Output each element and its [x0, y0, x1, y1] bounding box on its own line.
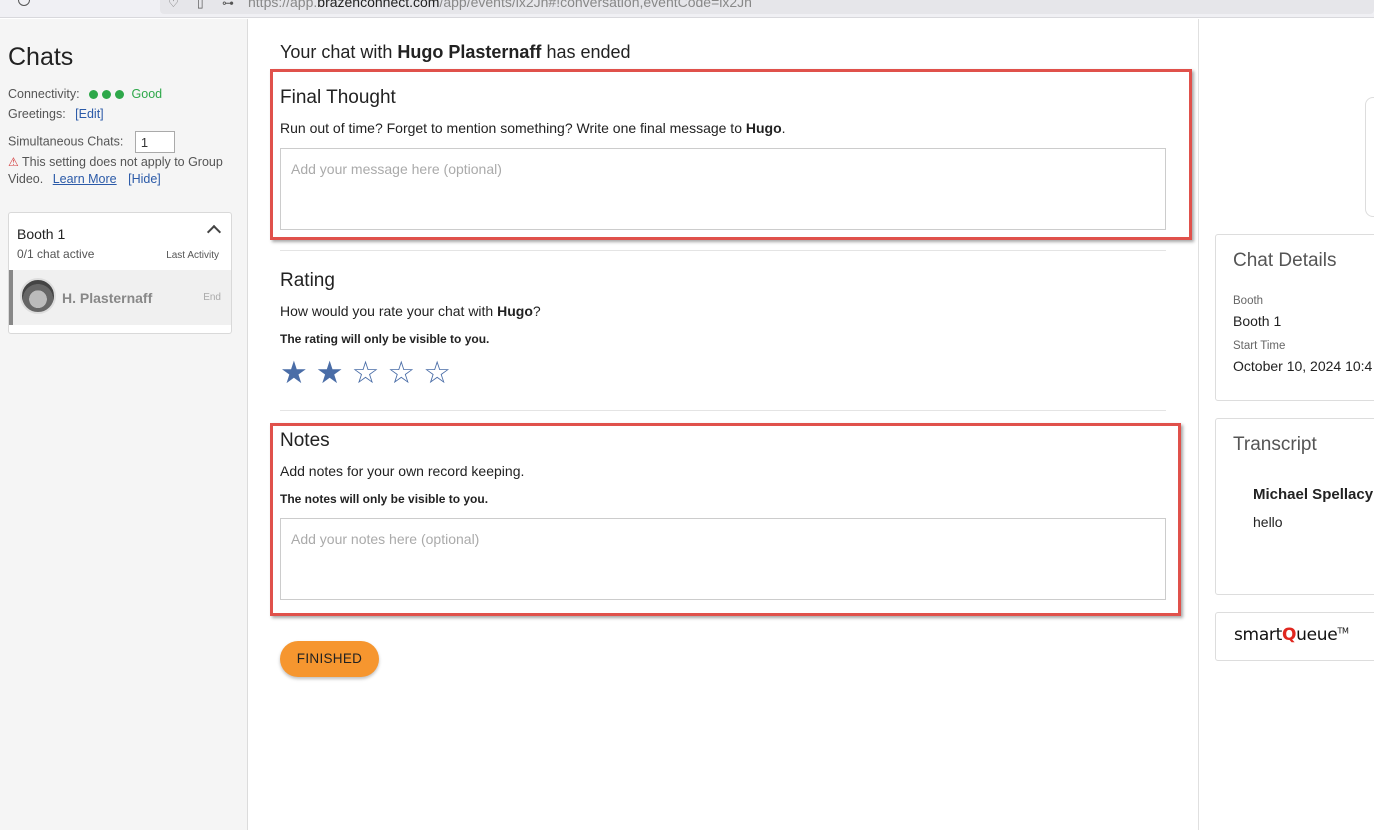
divider: [280, 250, 1166, 251]
notes-textarea[interactable]: Add your notes here (optional): [280, 518, 1166, 600]
booth-title: Booth 1: [17, 226, 66, 242]
greetings-edit-link[interactable]: [Edit]: [75, 107, 104, 121]
smartqueue-logo: smartQueueTM: [1234, 625, 1349, 645]
star-empty-icon[interactable]: ☆: [423, 357, 451, 388]
page-icon[interactable]: ▯: [197, 0, 204, 10]
transcript-message: hello: [1253, 514, 1283, 530]
final-message-textarea[interactable]: Add your message here (optional): [280, 148, 1166, 230]
star-empty-icon[interactable]: ☆: [387, 357, 415, 388]
start-time-label: Start Time: [1233, 340, 1286, 352]
booth-value: Booth 1: [1233, 313, 1282, 329]
avatar: [20, 278, 56, 314]
simultaneous-chats-input[interactable]: 1: [134, 131, 175, 153]
chevron-up-icon[interactable]: [206, 224, 222, 240]
simultaneous-label: Simultaneous Chats:: [8, 134, 124, 149]
greetings-label: Greetings:: [8, 107, 66, 121]
rating-note: The rating will only be visible to you.: [280, 332, 490, 346]
chat-ended-panel: Your chat with Hugo Plasternaff has ende…: [250, 19, 1198, 830]
chat-details-title: Chat Details: [1233, 250, 1337, 271]
chats-sidebar: Chats Connectivity: Good Greetings: [Edi…: [0, 19, 248, 830]
simultaneous-row: Simultaneous Chats: 1: [8, 131, 175, 153]
right-panel: Chat Details Booth Booth 1 Start Time Oc…: [1198, 19, 1374, 830]
connectivity-status: Good: [131, 87, 163, 101]
status-dot-icon: [89, 90, 99, 99]
warning-text-1: This setting does not apply to Group: [22, 155, 223, 169]
chat-ended-heading: Your chat with Hugo Plasternaff has ende…: [280, 42, 631, 62]
chat-details-card: Chat Details Booth Booth 1 Start Time Oc…: [1215, 234, 1374, 401]
star-rating: ★ ★ ☆ ☆ ☆: [280, 357, 451, 388]
chat-participant-name: H. Plasternaff: [62, 290, 153, 306]
warning-line-2: Video. Learn More [Hide]: [8, 172, 161, 186]
warning-icon: ⚠: [8, 155, 19, 169]
divider: [280, 410, 1166, 411]
star-empty-icon[interactable]: ☆: [352, 357, 380, 388]
reload-icon[interactable]: [18, 0, 30, 6]
booth-label: Booth: [1233, 295, 1264, 307]
connectivity-indicator: [89, 87, 128, 101]
status-dot-icon: [102, 90, 112, 99]
notes-description: Add notes for your own record keeping.: [280, 463, 525, 479]
warning-line-1: ⚠ This setting does not apply to Group: [8, 155, 223, 169]
final-thought-title: Final Thought: [280, 87, 396, 108]
warning-text-2: Video.: [8, 172, 44, 186]
shield-icon[interactable]: ♡: [168, 0, 179, 10]
notes-title: Notes: [280, 430, 330, 451]
permissions-icon[interactable]: ⊶: [222, 0, 234, 10]
transcript-card: Transcript Michael Spellacy hello: [1215, 418, 1374, 595]
last-activity-label: Last Activity: [166, 250, 219, 261]
rating-title: Rating: [280, 270, 335, 291]
connectivity-row: Connectivity: Good: [8, 87, 162, 101]
connectivity-label: Connectivity:: [8, 87, 80, 101]
video-panel-edge: [1365, 97, 1374, 217]
transcript-title: Transcript: [1233, 434, 1317, 455]
sidebar-title: Chats: [8, 43, 74, 71]
transcript-sender: Michael Spellacy: [1253, 486, 1374, 503]
chats-active-count: 0/1 chat active: [17, 247, 95, 261]
url-text[interactable]: https://app.brazenconnect.com/app/events…: [248, 0, 752, 10]
hide-link[interactable]: [Hide]: [128, 172, 161, 186]
finished-button[interactable]: FINISHED: [280, 641, 379, 677]
end-chat-button[interactable]: End: [203, 292, 221, 303]
browser-url-bar: ♡ ▯ ⊶ https://app.brazenconnect.com/app/…: [0, 0, 1374, 18]
chat-list-item[interactable]: H. Plasternaff End: [9, 270, 231, 325]
smartqueue-card: smartQueueTM: [1215, 612, 1374, 661]
star-filled-icon[interactable]: ★: [280, 357, 308, 388]
start-time-value: October 10, 2024 10:4: [1233, 358, 1373, 374]
rating-description: How would you rate your chat with Hugo?: [280, 303, 541, 319]
star-filled-icon[interactable]: ★: [316, 357, 344, 388]
learn-more-link[interactable]: Learn More: [53, 172, 117, 186]
notes-note: The notes will only be visible to you.: [280, 492, 489, 506]
final-thought-description: Run out of time? Forget to mention somet…: [280, 120, 786, 136]
status-dot-icon: [115, 90, 125, 99]
greetings-row: Greetings: [Edit]: [8, 107, 104, 121]
booth-card: Booth 1 0/1 chat active Last Activity H.…: [8, 212, 232, 334]
